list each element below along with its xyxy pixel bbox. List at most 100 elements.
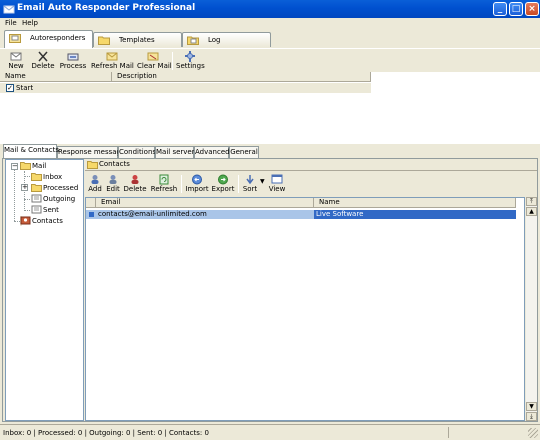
contact-name-cell[interactable]: Live Software [314, 210, 516, 219]
settings-icon [184, 51, 195, 62]
add-contact-icon [91, 175, 99, 184]
column-header-description[interactable]: Description [112, 72, 371, 82]
column-header-email[interactable]: Email [96, 198, 314, 208]
folder-icon [20, 162, 31, 170]
contacts-title: Contacts [99, 160, 130, 168]
resize-grip-icon[interactable] [528, 428, 538, 438]
contact-name: Live Software [316, 210, 364, 218]
tab-mail-contacts[interactable]: Mail & Contacts [3, 144, 59, 158]
refresh-contacts-button[interactable]: Refresh [149, 174, 179, 195]
new-button[interactable]: New [4, 51, 28, 72]
contacts-toolbar: Add Edit Delete Refresh Import Export So… [85, 172, 537, 196]
status-divider [448, 427, 449, 438]
column-header-icon [86, 198, 96, 208]
process-icon [67, 53, 79, 61]
delete-x-icon [38, 51, 48, 62]
add-contact-button[interactable]: Add [87, 174, 103, 195]
folder-tree: − Mail Inbox + Processed Outgoing Sent C… [5, 159, 84, 421]
contacts-icon [20, 216, 31, 225]
outgoing-icon [31, 194, 42, 203]
enabled-checkbox[interactable]: ✓ [6, 84, 14, 92]
view-icon [271, 174, 283, 184]
sent-icon [31, 205, 42, 214]
window-title: Email Auto Responder Professional [17, 3, 196, 13]
column-header-name[interactable]: Name [0, 72, 112, 82]
folder-icon [31, 173, 42, 181]
tree-line [24, 171, 25, 211]
app-envelope-icon [3, 5, 15, 14]
tab-log[interactable]: Log [182, 32, 271, 47]
edit-contact-button[interactable]: Edit [105, 174, 121, 195]
minimize-button[interactable]: _ [493, 2, 507, 16]
table-row[interactable]: ✓ Start [0, 83, 371, 93]
edit-contact-icon [109, 175, 117, 184]
process-button[interactable]: Process [59, 51, 87, 72]
menu-help[interactable]: Help [22, 19, 38, 27]
tree-node-contacts[interactable]: Contacts [20, 216, 63, 226]
new-icon [10, 52, 22, 61]
status-text: Inbox: 0 | Processed: 0 | Outgoing: 0 | … [3, 429, 209, 437]
menu-bar: File Help [0, 18, 540, 30]
tab-general[interactable]: General [229, 146, 259, 158]
main-toolbar: New Delete Process Refresh Mail Clear Ma… [0, 48, 540, 72]
contacts-table: Email Name contacts@email-unlimited.com … [85, 197, 525, 421]
delete-contact-button[interactable]: Delete [123, 174, 147, 195]
detail-tabs: Mail & Contacts Response message Conditi… [0, 144, 540, 158]
export-icon [218, 174, 228, 185]
export-button[interactable]: Export [211, 174, 235, 195]
folder-icon [87, 161, 98, 169]
folder-icon [98, 36, 110, 45]
tree-line [14, 170, 15, 221]
row-marker [89, 212, 94, 217]
column-header-contact-name[interactable]: Name [314, 198, 516, 208]
scroll-bottom-icon[interactable]: ⤓ [526, 412, 537, 421]
delete-button[interactable]: Delete [30, 51, 56, 72]
folder-icon [31, 184, 42, 192]
tab-advanced[interactable]: Advanced [194, 146, 230, 158]
refresh-icon [159, 174, 169, 185]
tree-line [24, 176, 30, 177]
tab-autoresponders[interactable]: Autoresponders [4, 30, 93, 48]
contact-email: contacts@email-unlimited.com [98, 210, 207, 218]
status-bar: Inbox: 0 | Processed: 0 | Outgoing: 0 | … [0, 424, 540, 440]
processed-expand-toggle[interactable]: + [21, 184, 28, 191]
refresh-mail-icon [106, 52, 118, 61]
log-icon [187, 36, 199, 45]
tree-line [24, 199, 30, 200]
mail-contacts-panel: − Mail Inbox + Processed Outgoing Sent C… [2, 158, 538, 422]
menu-file[interactable]: File [5, 19, 17, 27]
toolbar-separator [238, 175, 239, 193]
settings-button[interactable]: Settings [176, 51, 205, 72]
sort-button[interactable]: Sort [241, 174, 259, 195]
tab-templates[interactable]: Templates [93, 32, 182, 47]
title-bar: Email Auto Responder Professional _ □ × [0, 0, 540, 18]
main-tabs: Autoresponders Templates Log [0, 30, 540, 48]
row-name: Start [16, 84, 34, 92]
view-button[interactable]: View [268, 174, 286, 195]
vertical-scrollbar[interactable]: ⤒ ▲ ▼ ⤓ [526, 197, 537, 421]
contacts-pane: Contacts Add Edit Delete Refresh Import … [85, 159, 537, 421]
import-icon [192, 174, 202, 185]
tab-conditions[interactable]: Conditions [118, 146, 156, 158]
toolbar-separator [172, 52, 173, 70]
refresh-mail-button[interactable]: Refresh Mail [91, 51, 134, 72]
mail-collapse-toggle[interactable]: − [11, 163, 18, 170]
tab-response-message[interactable]: Response message [57, 146, 125, 158]
clear-mail-icon [147, 52, 159, 61]
tab-mail-server[interactable]: Mail server [155, 146, 195, 158]
toolbar-separator [181, 175, 182, 193]
contacts-header: Contacts [85, 159, 537, 171]
sort-icon [246, 175, 254, 185]
delete-contact-icon [131, 175, 139, 184]
tree-line [24, 210, 30, 211]
close-button[interactable]: × [525, 2, 539, 16]
maximize-button[interactable]: □ [509, 2, 523, 16]
clear-mail-button[interactable]: Clear Mail [137, 51, 172, 72]
scroll-down-icon[interactable]: ▼ [526, 402, 537, 411]
envelope-folder-icon [9, 34, 21, 43]
autoresponders-list: Name Description ✓ Start [0, 72, 540, 144]
scroll-top-icon[interactable]: ⤒ [526, 197, 537, 206]
scroll-up-icon[interactable]: ▲ [526, 207, 537, 216]
sort-dropdown-arrow-icon[interactable]: ▼ [260, 178, 265, 185]
import-button[interactable]: Import [184, 174, 210, 195]
